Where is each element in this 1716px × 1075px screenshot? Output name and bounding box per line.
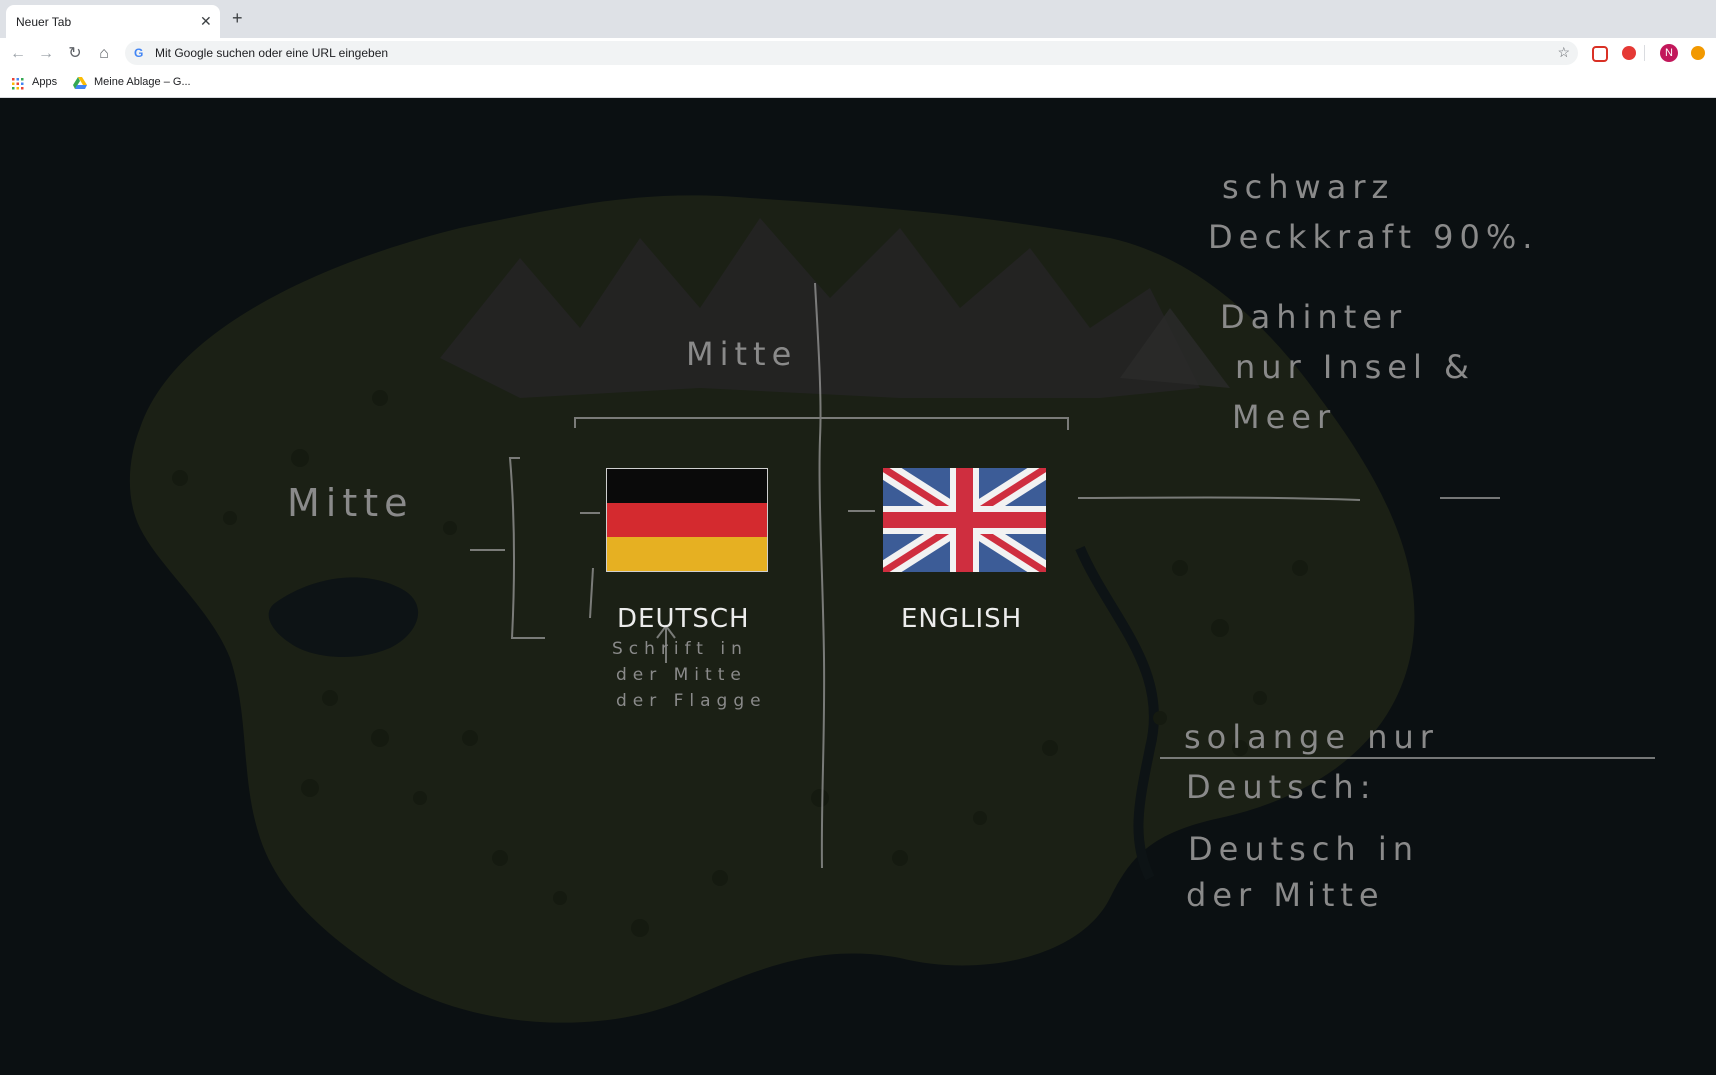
note-schrift-line3: der Flagge bbox=[616, 691, 767, 711]
uk-flag-button[interactable] bbox=[877, 459, 1052, 581]
google-icon: G bbox=[134, 46, 144, 60]
apps-grid-icon[interactable] bbox=[12, 77, 24, 90]
google-drive-icon bbox=[73, 76, 87, 89]
note-right-line6: solange nur bbox=[1184, 718, 1439, 756]
bookmarks-bar: Apps Meine Ablage – G... bbox=[0, 68, 1716, 98]
bookmark-apps[interactable]: Apps bbox=[32, 76, 57, 88]
bookmark-star-icon[interactable]: ☆ bbox=[1557, 44, 1570, 61]
extension-orange-icon[interactable] bbox=[1691, 46, 1705, 60]
forward-icon[interactable]: → bbox=[37, 45, 55, 63]
opera-extension-icon[interactable] bbox=[1622, 46, 1636, 60]
back-icon[interactable]: ← bbox=[9, 45, 27, 63]
new-tab-button[interactable]: + bbox=[232, 9, 243, 27]
language-label-english[interactable]: ENGLISH bbox=[901, 604, 1022, 634]
german-flag-icon bbox=[605, 467, 769, 573]
omnibox[interactable]: G Mit Google suchen oder eine URL eingeb… bbox=[125, 41, 1578, 65]
note-schrift-line1: Schrift in bbox=[612, 639, 748, 659]
note-right-line7: Deutsch: bbox=[1186, 768, 1376, 806]
note-right-line2: Deckkraft 90%. bbox=[1208, 218, 1538, 256]
toolbar-divider bbox=[1644, 45, 1645, 61]
union-jack-flag-icon bbox=[877, 459, 1052, 581]
german-flag-button[interactable] bbox=[605, 467, 769, 573]
note-right-line3: Dahinter bbox=[1220, 298, 1407, 336]
home-icon[interactable]: ⌂ bbox=[95, 45, 113, 63]
tab-new-tab[interactable]: Neuer Tab ✕ bbox=[6, 5, 220, 38]
note-right-line4: nur Insel & bbox=[1235, 348, 1475, 386]
note-mitte-top: Mitte bbox=[686, 335, 797, 373]
tab-title: Neuer Tab bbox=[16, 15, 72, 29]
note-right-line8: Deutsch in bbox=[1188, 830, 1419, 868]
sketch-notes-layer: Mitte Mitte Schrift in der Mitte der Fla… bbox=[287, 168, 1538, 914]
language-selection-page: Mitte Mitte Schrift in der Mitte der Fla… bbox=[0, 98, 1716, 1075]
note-right-line1: schwarz bbox=[1222, 168, 1394, 206]
tab-strip: Neuer Tab ✕ + bbox=[0, 0, 1716, 38]
note-schrift-line2: der Mitte bbox=[616, 665, 747, 685]
note-right-line5: Meer bbox=[1232, 398, 1336, 436]
extension-icon[interactable] bbox=[1592, 46, 1608, 62]
profile-avatar[interactable]: N bbox=[1660, 44, 1678, 62]
language-label-deutsch[interactable]: DEUTSCH bbox=[617, 604, 750, 634]
note-mitte-left: Mitte bbox=[287, 481, 414, 525]
toolbar: ← → ↻ ⌂ G Mit Google suchen oder eine UR… bbox=[0, 38, 1716, 68]
close-icon[interactable]: ✕ bbox=[200, 13, 212, 30]
note-right-line9: der Mitte bbox=[1186, 876, 1385, 914]
reload-icon[interactable]: ↻ bbox=[66, 45, 84, 63]
omnibox-placeholder: Mit Google suchen oder eine URL eingeben bbox=[155, 46, 389, 60]
bookmark-meine-ablage[interactable]: Meine Ablage – G... bbox=[94, 76, 191, 88]
